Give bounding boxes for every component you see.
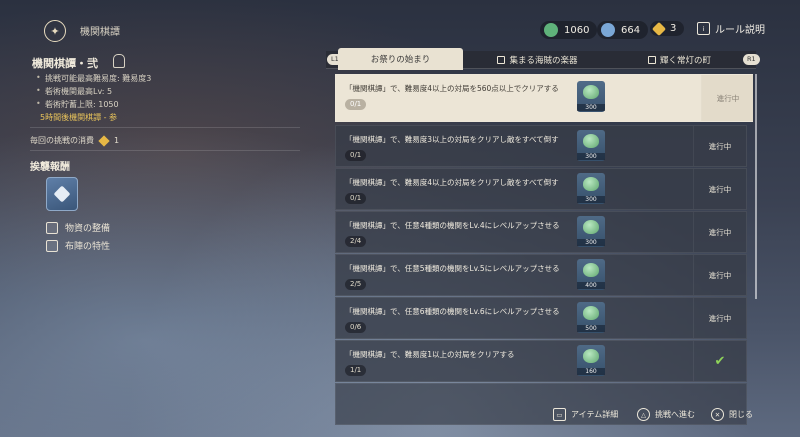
challenge-button[interactable]: △ 挑戦へ進む bbox=[637, 408, 695, 421]
reward-icon[interactable]: 300 bbox=[577, 216, 605, 247]
quest-status: 進行中 bbox=[693, 255, 746, 295]
triangle-button-icon: △ bbox=[637, 408, 650, 421]
supply-icon bbox=[46, 221, 58, 234]
quest-status: ✔ bbox=[693, 341, 746, 381]
stage-title: 機関棋譚・弐 bbox=[32, 57, 98, 70]
reward-icon[interactable]: 300 bbox=[577, 173, 605, 204]
currency-blue: 664 bbox=[597, 21, 649, 39]
stage-info-line: 砦術機関最高Lv: 5 bbox=[36, 86, 112, 97]
quest-status: 進行中 bbox=[693, 212, 746, 252]
challenge-cost: 毎回の挑戦の消費 1 bbox=[30, 134, 120, 147]
quest-row[interactable]: 「機関棋譚」で、難易度4以上の対局をクリアし敵をすべて倒す 0/1 300 進行… bbox=[335, 168, 747, 210]
formation-icon bbox=[46, 239, 58, 252]
quest-status: 進行中 bbox=[693, 126, 746, 166]
reward-icon[interactable]: 400 bbox=[577, 259, 605, 290]
scrollbar[interactable] bbox=[755, 74, 757, 299]
cross-button-icon: ✕ bbox=[711, 408, 724, 421]
lock-icon bbox=[647, 55, 656, 64]
gold-gem-icon bbox=[651, 21, 667, 36]
reward-icon[interactable]: 300 bbox=[577, 130, 605, 161]
check-icon: ✔ bbox=[714, 353, 726, 369]
close-button[interactable]: ✕ 閉じる bbox=[711, 408, 753, 421]
formation-traits-link[interactable]: 布陣の特性 bbox=[46, 239, 110, 252]
supply-maintenance-link[interactable]: 物資の整備 bbox=[46, 221, 110, 234]
quest-row[interactable]: 「機関棋譚」で、任意4種類の機関をLv.4にレベルアップさせる 2/4 300 … bbox=[335, 211, 747, 253]
lock-icon bbox=[497, 55, 506, 64]
rules-button[interactable]: i ルール説明 bbox=[697, 21, 765, 36]
event-logo-icon: ✦ bbox=[44, 20, 66, 42]
green-orb-icon bbox=[544, 23, 558, 37]
tab-festival-start[interactable]: お祭りの始まり bbox=[338, 48, 463, 70]
tab-lantern-town[interactable]: 輝く常灯の町 bbox=[612, 51, 747, 68]
quest-row[interactable]: 「機関棋譚」で、難易度3以上の対局をクリアし敵をすべて倒す 0/1 300 進行… bbox=[335, 125, 747, 167]
quest-status: 進行中 bbox=[693, 298, 746, 338]
reward-icon[interactable]: 160 bbox=[577, 345, 605, 376]
quest-row[interactable]: 「機関棋譚」で、難易度4以上の対局を560点以上でクリアする 0/1 300 進… bbox=[335, 74, 753, 122]
stage-lock-icon bbox=[113, 54, 125, 68]
section-title: 挨襲報酬 bbox=[30, 162, 70, 173]
quest-row[interactable]: 「機関棋譚」で、任意5種類の機関をLv.5にレベルアップさせる 2/5 400 … bbox=[335, 254, 747, 296]
quest-status: 進行中 bbox=[701, 75, 753, 121]
stage-info-line: 挑戦可能最高難易度: 難易度3 bbox=[36, 73, 151, 84]
reward-icon[interactable]: 500 bbox=[577, 302, 605, 333]
r1-hint: R1 bbox=[743, 54, 760, 65]
page-title: 機関棋譚 bbox=[80, 27, 120, 38]
divider bbox=[30, 150, 300, 151]
gold-gem-icon bbox=[98, 134, 110, 147]
tab-pirate-instruments[interactable]: 集まる海賊の楽器 bbox=[465, 51, 610, 68]
item-detail-button[interactable]: ▭ アイテム詳細 bbox=[553, 408, 618, 421]
quest-status: 進行中 bbox=[693, 169, 746, 209]
stage-info-line: 砦術貯蓄上限: 1050 bbox=[36, 99, 119, 110]
currency-gold: 3 bbox=[650, 21, 685, 36]
reward-unit-card[interactable] bbox=[46, 177, 78, 211]
quest-row[interactable]: 「機関棋譚」で、任意6種類の機関をLv.6にレベルアップさせる 0/6 500 … bbox=[335, 297, 747, 339]
currency-green: 1060 bbox=[540, 21, 598, 39]
quest-row[interactable]: 「機関棋譚」で、難易度1以上の対局をクリアする 1/1 160 ✔ bbox=[335, 340, 747, 382]
quest-list[interactable]: 「機関棋譚」で、難易度4以上の対局を560点以上でクリアする 0/1 300 進… bbox=[335, 74, 753, 437]
divider bbox=[30, 127, 300, 128]
reward-icon[interactable]: 300 bbox=[577, 81, 605, 112]
unlock-notice: 5時間後機関棋譚 - 参 bbox=[40, 113, 118, 122]
blue-orb-icon bbox=[601, 23, 615, 37]
info-icon: i bbox=[697, 22, 710, 35]
touchpad-icon: ▭ bbox=[553, 408, 566, 421]
